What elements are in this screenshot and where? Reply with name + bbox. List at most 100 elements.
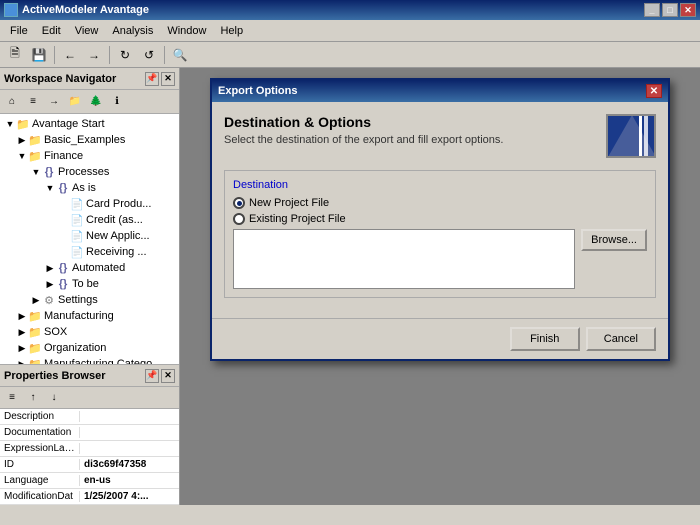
doc-icon-new-applic: 📄: [70, 229, 84, 243]
nav-arrow-btn[interactable]: →: [44, 93, 64, 111]
dialog-close-button[interactable]: ✕: [646, 84, 662, 98]
tree-item-processes[interactable]: ▼ {} Processes: [2, 164, 177, 180]
file-path-input[interactable]: [233, 229, 575, 289]
tree-item-finance[interactable]: ▼ 📁 Finance: [2, 148, 177, 164]
prop-btn-2[interactable]: ↑: [23, 389, 43, 407]
dialog-body: Destination & Options Select the destina…: [212, 102, 668, 318]
tree-item-receiving[interactable]: 📄 Receiving ...: [2, 244, 177, 260]
tree-item-to-be[interactable]: ▶ {} To be: [2, 276, 177, 292]
label-as-is: As is: [72, 182, 96, 194]
properties-panel: Properties Browser 📌 ✕ ≡ ↑ ↓ Description…: [0, 364, 179, 505]
tree-item-manufacturing[interactable]: ▶ 📁 Manufacturing: [2, 308, 177, 324]
toggle-receiving: [58, 246, 70, 258]
properties-close-btn[interactable]: ✕: [161, 369, 175, 383]
cancel-button[interactable]: Cancel: [586, 327, 656, 351]
prop-row-id: ID di3c69f47358: [0, 457, 179, 473]
workspace-panel: Workspace Navigator 📌 ✕ ⌂ ≡ → 📁 🌲 ℹ ▼ 📁 …: [0, 68, 180, 505]
toggle-automated[interactable]: ▶: [44, 262, 56, 274]
properties-pin-btn[interactable]: 📌: [145, 369, 159, 383]
toggle-basic-examples[interactable]: ▶: [16, 134, 28, 146]
menu-view[interactable]: View: [69, 23, 105, 39]
label-processes: Processes: [58, 166, 109, 178]
tree-item-mfg-cat[interactable]: ▶ 📁 Manufacturing Catego...: [2, 356, 177, 364]
toolbar-back[interactable]: ←: [59, 44, 81, 66]
close-button[interactable]: ✕: [680, 3, 696, 17]
toggle-organization[interactable]: ▶: [16, 342, 28, 354]
destination-label: Destination: [233, 179, 647, 191]
workspace-pin-btn[interactable]: 📌: [145, 72, 159, 86]
logo-svg: [608, 115, 654, 157]
tree-item-credit[interactable]: 📄 Credit (as...: [2, 212, 177, 228]
toggle-finance[interactable]: ▼: [16, 150, 28, 162]
gear-icon-settings: ⚙: [42, 293, 56, 307]
workspace-close-btn[interactable]: ✕: [161, 72, 175, 86]
nav-list-btn[interactable]: ≡: [23, 93, 43, 111]
label-finance: Finance: [44, 150, 83, 162]
toolbar-refresh2[interactable]: ↺: [138, 44, 160, 66]
tree-item-new-applic[interactable]: 📄 New Applic...: [2, 228, 177, 244]
label-organization: Organization: [44, 342, 106, 354]
radio-existing-project[interactable]: [233, 213, 245, 225]
minimize-button[interactable]: _: [644, 3, 660, 17]
toggle-sox[interactable]: ▶: [16, 326, 28, 338]
nav-home-btn[interactable]: ⌂: [2, 93, 22, 111]
tree-item-avantage-start[interactable]: ▼ 📁 Avantage Start: [2, 116, 177, 132]
prop-val-id: di3c69f47358: [80, 459, 179, 470]
dialog-titlebar: Export Options ✕: [212, 80, 668, 102]
doc-icon-credit: 📄: [70, 213, 84, 227]
tree-item-basic-examples[interactable]: ▶ 📁 Basic_Examples: [2, 132, 177, 148]
label-automated: Automated: [72, 262, 125, 274]
toggle-processes[interactable]: ▼: [30, 166, 42, 178]
finish-button[interactable]: Finish: [510, 327, 580, 351]
toolbar-search[interactable]: 🔍: [169, 44, 191, 66]
app-icon: [4, 3, 18, 17]
tree-view: ▼ 📁 Avantage Start ▶ 📁 Basic_Examples ▼ …: [0, 114, 179, 364]
nav-info-btn[interactable]: ℹ: [107, 93, 127, 111]
tree-item-sox[interactable]: ▶ 📁 SOX: [2, 324, 177, 340]
menu-file[interactable]: File: [4, 23, 34, 39]
properties-browser-title: Properties Browser: [4, 370, 105, 382]
prop-val-mod-date: 1/25/2007 4:...: [80, 491, 179, 502]
toggle-to-be[interactable]: ▶: [44, 278, 56, 290]
toggle-as-is[interactable]: ▼: [44, 182, 56, 194]
toggle-manufacturing[interactable]: ▶: [16, 310, 28, 322]
toolbar-forward[interactable]: →: [83, 44, 105, 66]
menu-edit[interactable]: Edit: [36, 23, 67, 39]
menu-analysis[interactable]: Analysis: [106, 23, 159, 39]
label-card-produ: Card Produ...: [86, 198, 151, 210]
braces-icon-to-be: {}: [56, 277, 70, 291]
nav-tree-btn[interactable]: 🌲: [86, 93, 106, 111]
workspace-navigator-header: Workspace Navigator 📌 ✕: [0, 68, 179, 90]
radio-new-label: New Project File: [249, 197, 329, 209]
tree-item-organization[interactable]: ▶ 📁 Organization: [2, 340, 177, 356]
tree-item-card-produ[interactable]: 📄 Card Produ...: [2, 196, 177, 212]
radio-row-existing: Existing Project File: [233, 213, 647, 225]
prop-key-id: ID: [0, 459, 80, 470]
destination-section: Destination New Project File Existing Pr…: [224, 170, 656, 298]
tree-item-as-is[interactable]: ▼ {} As is: [2, 180, 177, 196]
prop-key-language: Language: [0, 475, 80, 486]
toolbar-refresh[interactable]: ↻: [114, 44, 136, 66]
toggle-avantage-start[interactable]: ▼: [4, 118, 16, 130]
tree-item-settings[interactable]: ▶ ⚙ Settings: [2, 292, 177, 308]
label-new-applic: New Applic...: [86, 230, 150, 242]
dialog-logo: [606, 114, 656, 158]
menu-window[interactable]: Window: [161, 23, 212, 39]
nav-folder-btn[interactable]: 📁: [65, 93, 85, 111]
prop-btn-1[interactable]: ≡: [2, 389, 22, 407]
toggle-settings[interactable]: ▶: [30, 294, 42, 306]
browse-button[interactable]: Browse...: [581, 229, 647, 251]
label-sox: SOX: [44, 326, 67, 338]
properties-header-controls: 📌 ✕: [145, 369, 175, 383]
prop-btn-3[interactable]: ↓: [44, 389, 64, 407]
folder-icon-manufacturing: 📁: [28, 309, 42, 323]
toolbar-new[interactable]: 🗎: [4, 44, 26, 66]
workspace-navigator-title: Workspace Navigator: [4, 73, 116, 85]
toggle-card-produ: [58, 198, 70, 210]
maximize-button[interactable]: □: [662, 3, 678, 17]
tree-item-automated[interactable]: ▶ {} Automated: [2, 260, 177, 276]
toolbar-save[interactable]: 💾: [28, 44, 50, 66]
label-manufacturing: Manufacturing: [44, 310, 114, 322]
radio-new-project[interactable]: [233, 197, 245, 209]
menu-help[interactable]: Help: [214, 23, 249, 39]
